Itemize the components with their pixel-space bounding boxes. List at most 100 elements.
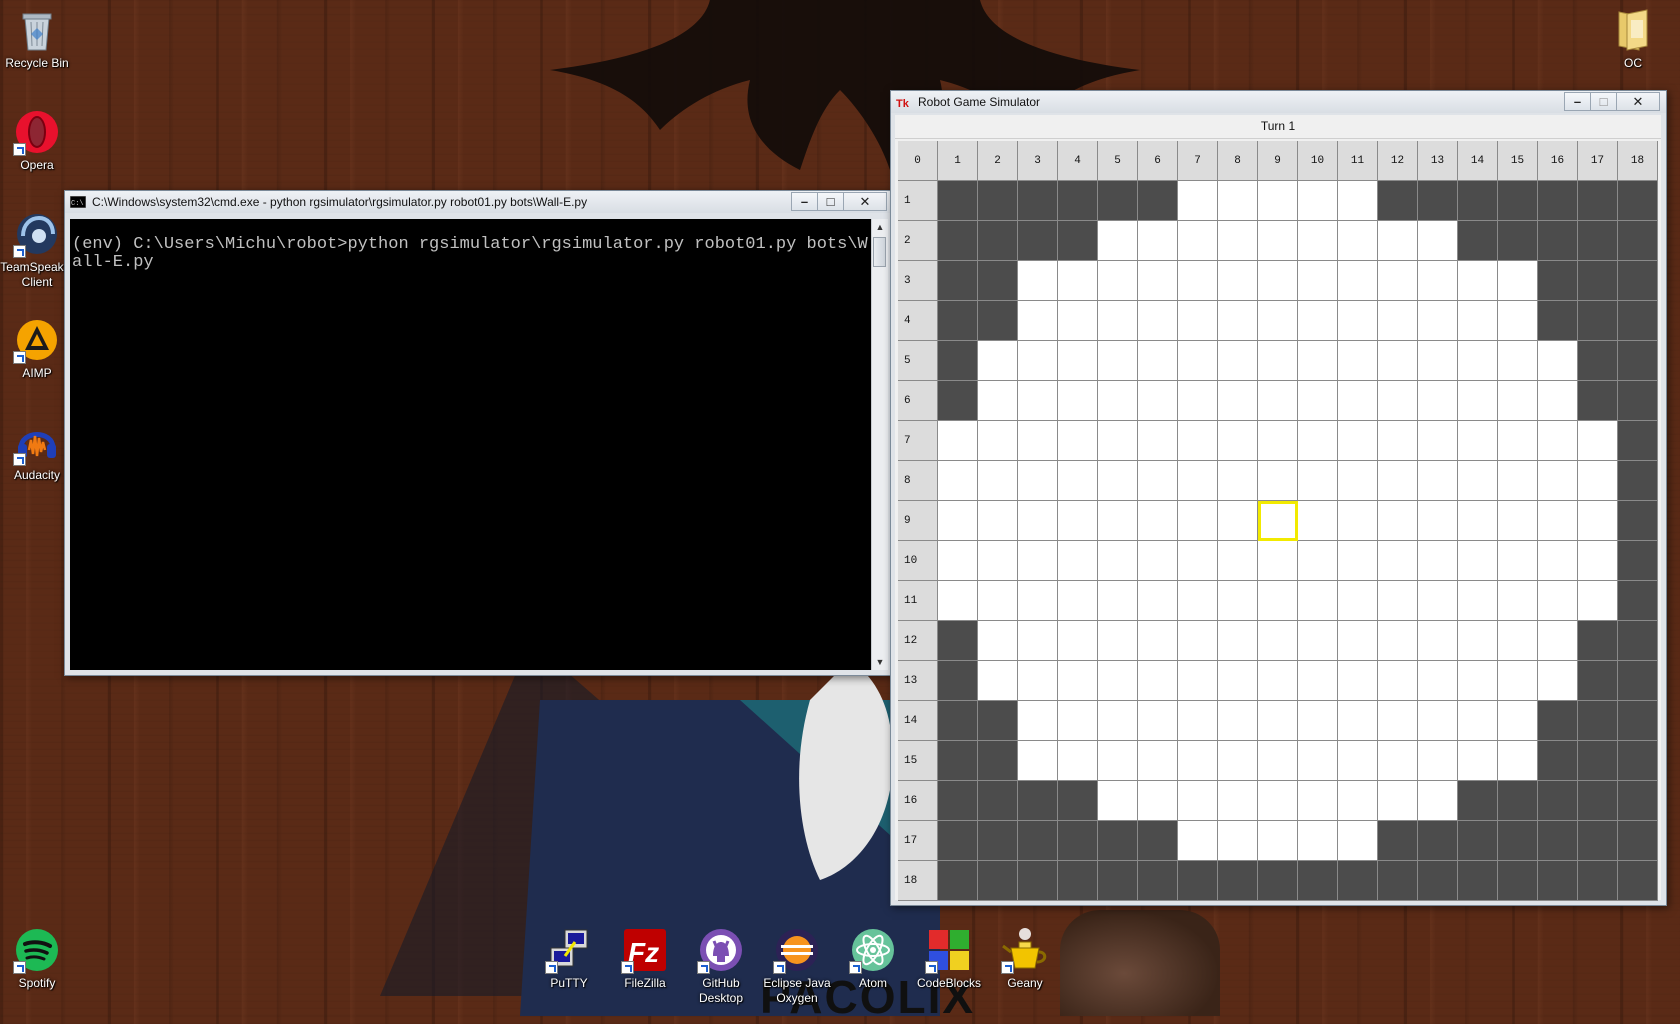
grid-cell-normal[interactable] [1418, 621, 1458, 661]
grid-cell-normal[interactable] [1098, 541, 1138, 581]
close-button[interactable]: ✕ [843, 192, 887, 211]
grid-cell-obstacle[interactable] [1058, 781, 1098, 821]
grid-cell-normal[interactable] [1018, 741, 1058, 781]
robot-game-simulator-window[interactable]: Tk Robot Game Simulator – □ ✕ Turn 1 012… [890, 90, 1667, 906]
grid-cell-obstacle[interactable] [938, 341, 978, 381]
grid-cell-obstacle[interactable] [938, 781, 978, 821]
grid-cell-normal[interactable] [1258, 541, 1298, 581]
grid-cell-normal[interactable] [1578, 541, 1618, 581]
grid-cell-normal[interactable] [1058, 501, 1098, 541]
desktop-icon-github-desktop[interactable]: GitHub Desktop [678, 926, 764, 1006]
grid-cell-normal[interactable] [1178, 741, 1218, 781]
grid-cell-normal[interactable] [1458, 541, 1498, 581]
desktop-icon-atom[interactable]: Atom [830, 926, 916, 991]
grid-cell-normal[interactable] [1378, 381, 1418, 421]
grid-cell-normal[interactable] [1458, 301, 1498, 341]
grid-cell-normal[interactable] [1338, 701, 1378, 741]
grid-cell-normal[interactable] [1298, 341, 1338, 381]
desktop-icon-oc-folder[interactable]: OC [1590, 6, 1676, 71]
grid-cell-obstacle[interactable] [1538, 861, 1578, 901]
grid-cell-obstacle[interactable] [1618, 781, 1658, 821]
grid-cell-obstacle[interactable] [1018, 821, 1058, 861]
grid-cell-normal[interactable] [938, 541, 978, 581]
grid-cell-normal[interactable] [1258, 741, 1298, 781]
grid-cell-normal[interactable] [1538, 461, 1578, 501]
grid-cell-normal[interactable] [1058, 741, 1098, 781]
grid-cell-normal[interactable] [1458, 461, 1498, 501]
grid-cell-obstacle[interactable] [1538, 181, 1578, 221]
grid-cell-obstacle[interactable] [1058, 821, 1098, 861]
grid-cell-obstacle[interactable] [978, 221, 1018, 261]
grid-cell-normal[interactable] [1258, 661, 1298, 701]
grid-cell-normal[interactable] [1378, 501, 1418, 541]
grid-cell-normal[interactable] [1018, 461, 1058, 501]
grid-cell-normal[interactable] [1258, 821, 1298, 861]
grid-cell-normal[interactable] [1218, 741, 1258, 781]
grid-cell-normal[interactable] [1418, 221, 1458, 261]
grid-cell-normal[interactable] [1258, 221, 1298, 261]
grid-cell-obstacle[interactable] [1258, 861, 1298, 901]
grid-cell-normal[interactable] [1138, 541, 1178, 581]
grid-cell-normal[interactable] [1298, 621, 1338, 661]
grid-cell-normal[interactable] [1538, 501, 1578, 541]
grid-cell-normal[interactable] [1098, 381, 1138, 421]
grid-cell-normal[interactable] [1498, 501, 1538, 541]
grid-cell-obstacle[interactable] [1418, 181, 1458, 221]
grid-cell-obstacle[interactable] [1618, 301, 1658, 341]
grid-cell-obstacle[interactable] [1498, 181, 1538, 221]
grid-cell-normal[interactable] [978, 541, 1018, 581]
grid-cell-normal[interactable] [1378, 581, 1418, 621]
grid-cell-normal[interactable] [1418, 661, 1458, 701]
grid-cell-normal[interactable] [1338, 341, 1378, 381]
grid-cell-normal[interactable] [1218, 461, 1258, 501]
grid-cell-normal[interactable] [1218, 501, 1258, 541]
grid-cell-obstacle[interactable] [1458, 181, 1498, 221]
grid-cell-obstacle[interactable] [938, 861, 978, 901]
grid-cell-normal[interactable] [1058, 341, 1098, 381]
grid-cell-normal[interactable] [1258, 261, 1298, 301]
grid-cell-normal[interactable] [1498, 261, 1538, 301]
grid-cell-normal[interactable] [1018, 501, 1058, 541]
grid-cell-normal[interactable] [1338, 781, 1378, 821]
grid-cell-obstacle[interactable] [1618, 741, 1658, 781]
grid-cell-normal[interactable] [1338, 261, 1378, 301]
grid-cell-normal[interactable] [1098, 781, 1138, 821]
grid-cell-normal[interactable] [1138, 381, 1178, 421]
grid-cell-normal[interactable] [1058, 541, 1098, 581]
grid-cell-normal[interactable] [938, 421, 978, 461]
minimize-button[interactable]: – [1564, 92, 1591, 111]
grid-cell-obstacle[interactable] [1498, 821, 1538, 861]
grid-cell-normal[interactable] [1138, 741, 1178, 781]
grid-cell-normal[interactable] [1178, 421, 1218, 461]
grid-cell-normal[interactable] [1338, 621, 1378, 661]
grid-cell-obstacle[interactable] [1618, 701, 1658, 741]
grid-cell-normal[interactable] [1498, 421, 1538, 461]
grid-cell-normal[interactable] [1178, 181, 1218, 221]
grid-cell-normal[interactable] [1098, 261, 1138, 301]
grid-cell-normal[interactable] [1418, 781, 1458, 821]
grid-cell-obstacle[interactable] [1578, 261, 1618, 301]
grid-cell-obstacle[interactable] [1578, 221, 1618, 261]
grid-cell-obstacle[interactable] [1018, 181, 1058, 221]
grid-cell-normal[interactable] [1018, 701, 1058, 741]
grid-cell-obstacle[interactable] [1498, 221, 1538, 261]
grid-cell-normal[interactable] [1058, 301, 1098, 341]
scroll-up-arrow-icon[interactable]: ▲ [872, 219, 888, 235]
grid-cell-normal[interactable] [1138, 301, 1178, 341]
grid-cell-normal[interactable] [1378, 661, 1418, 701]
grid-cell-normal[interactable] [1018, 341, 1058, 381]
grid-cell-obstacle[interactable] [1618, 821, 1658, 861]
grid-cell-normal[interactable] [1498, 741, 1538, 781]
grid-cell-normal[interactable] [1498, 461, 1538, 501]
grid-cell-obstacle[interactable] [1458, 221, 1498, 261]
grid-cell-normal[interactable] [1138, 661, 1178, 701]
grid-cell-normal[interactable] [1138, 341, 1178, 381]
grid-cell-normal[interactable] [1018, 581, 1058, 621]
grid-cell-normal[interactable] [1458, 501, 1498, 541]
grid-cell-normal[interactable] [1498, 701, 1538, 741]
grid-cell-obstacle[interactable] [938, 261, 978, 301]
scrollbar-thumb[interactable] [873, 237, 886, 267]
grid-cell-obstacle[interactable] [1058, 861, 1098, 901]
grid-cell-normal[interactable] [1298, 581, 1338, 621]
grid-cell-obstacle[interactable] [1578, 701, 1618, 741]
